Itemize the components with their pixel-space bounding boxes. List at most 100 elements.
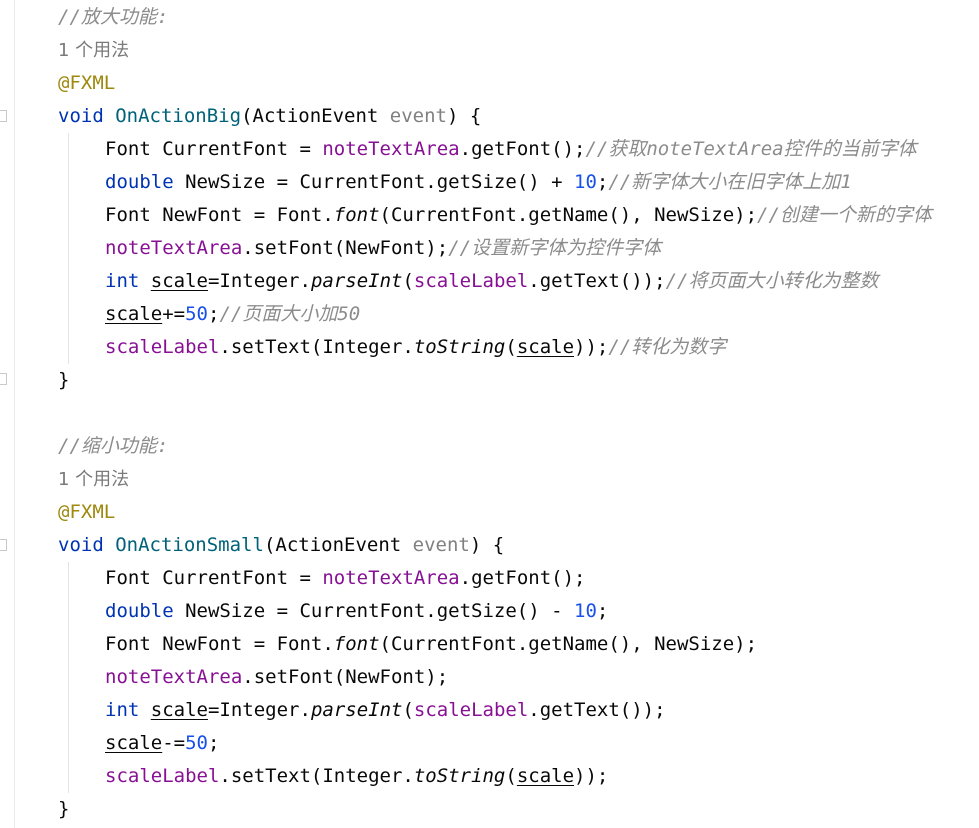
static-method: font (333, 204, 380, 226)
number-literal: 10 (574, 171, 597, 193)
indent-guide (68, 694, 69, 727)
code-comment: //转化为数字 (608, 336, 727, 358)
code-text: .setText(Integer. (219, 765, 414, 787)
code-text: ; (596, 171, 609, 193)
code-line: } (58, 793, 979, 826)
field-ref: scaleLabel (105, 336, 220, 358)
indent-guide (68, 166, 69, 199)
code-text: .setText(Integer. (219, 336, 414, 358)
code-comment: //放大功能: (58, 6, 169, 28)
indent-guide (68, 265, 69, 298)
annotation: @FXML (58, 72, 116, 94)
code-text: )); (574, 765, 609, 787)
code-editor[interactable]: //放大功能: 1 个用法 @FXML void OnActionBig(Act… (58, 0, 979, 826)
code-text: =Integer. (207, 699, 311, 721)
usage-hint[interactable]: 1 个用法 (58, 40, 129, 61)
code-line: Font CurrentFont = noteTextArea.getFont(… (58, 562, 979, 595)
variable-ref: scale (150, 699, 208, 721)
fold-marker-icon[interactable] (0, 110, 7, 122)
keyword: int (105, 270, 140, 292)
code-line: //放大功能: (58, 1, 979, 34)
code-line: int scale=Integer.parseInt(scaleLabel.ge… (58, 265, 979, 298)
code-line: scale+=50;//页面大小加50 (58, 298, 979, 331)
code-text: += (162, 303, 186, 325)
static-method: font (333, 633, 380, 655)
code-text: Font NewFont = Font. (105, 204, 334, 226)
method-signature: void OnActionBig(ActionEvent event) { (58, 100, 979, 133)
indent-guide (68, 727, 69, 760)
field-ref: noteTextArea (322, 567, 460, 589)
code-line: Font NewFont = Font.font(CurrentFont.get… (58, 199, 979, 232)
editor-gutter (0, 0, 15, 828)
code-line: @FXML (58, 67, 979, 100)
closing-brace: } (58, 369, 70, 391)
code-text: ; (207, 732, 220, 754)
indent-guide (68, 199, 69, 232)
code-text: (ActionEvent (263, 534, 413, 556)
number-literal: 10 (574, 600, 597, 622)
keyword: double (105, 600, 174, 622)
code-line: 1 个用法 (58, 34, 979, 67)
code-text: (CurrentFont.getName(), NewSize); (379, 204, 758, 226)
code-text: ; (207, 303, 220, 325)
variable-ref: scale (516, 765, 575, 787)
code-line: 1 个用法 (58, 463, 979, 496)
indent-guide (68, 760, 69, 793)
code-line: scaleLabel.setText(Integer.toString(scal… (58, 331, 979, 364)
indent-guide (68, 232, 69, 265)
code-comment: //页面大小加50 (219, 303, 361, 325)
method-name: OnActionSmall (115, 534, 264, 556)
code-comment: //缩小功能: (58, 435, 169, 457)
code-text: NewSize = CurrentFont.getSize() - (173, 600, 575, 622)
code-text: .getText()); (528, 699, 666, 721)
code-text: ) { (469, 534, 505, 556)
code-line: double NewSize = CurrentFont.getSize() -… (58, 595, 979, 628)
code-text: ( (402, 699, 414, 721)
code-line: noteTextArea.setFont(NewFont);//设置新字体为控件… (58, 232, 979, 265)
variable-ref: scale (105, 303, 163, 325)
fold-marker-icon[interactable] (0, 539, 7, 551)
code-line: Font CurrentFont = noteTextArea.getFont(… (58, 133, 979, 166)
code-line: //缩小功能: (58, 430, 979, 463)
code-text: ( (505, 336, 517, 358)
variable-ref: scale (150, 270, 208, 292)
code-line: } (58, 364, 979, 397)
code-text: ) { (446, 105, 482, 127)
code-text: .setFont(NewFont); (242, 666, 449, 688)
method-name: OnActionBig (115, 105, 242, 127)
field-ref: noteTextArea (105, 237, 243, 259)
code-line: double NewSize = CurrentFont.getSize() +… (58, 166, 979, 199)
keyword: int (105, 699, 140, 721)
code-text: Font NewFont = Font. (105, 633, 334, 655)
field-ref: scaleLabel (105, 765, 220, 787)
indent-guide (68, 331, 69, 364)
code-text: Font CurrentFont = (105, 567, 323, 589)
code-line: scaleLabel.setText(Integer.toString(scal… (58, 760, 979, 793)
usage-hint[interactable]: 1 个用法 (58, 469, 129, 490)
keyword: double (105, 171, 174, 193)
code-comment: //获取noteTextArea控件的当前字体 (585, 138, 917, 160)
static-method: parseInt (310, 270, 403, 292)
code-comment: //将页面大小转化为整数 (665, 270, 879, 292)
code-comment: //创建一个新的字体 (757, 204, 932, 226)
code-comment: //设置新字体为控件字体 (448, 237, 662, 259)
code-text: (ActionEvent (241, 105, 390, 127)
parameter-name: event (389, 105, 447, 127)
method-signature: void OnActionSmall(ActionEvent event) { (58, 529, 979, 562)
fold-marker-icon[interactable] (0, 373, 7, 385)
code-text: (CurrentFont.getName(), NewSize); (379, 633, 758, 655)
code-line: @FXML (58, 496, 979, 529)
indent-guide (68, 133, 69, 166)
field-ref: scaleLabel (413, 270, 529, 292)
code-text: )); (574, 336, 609, 358)
field-ref: noteTextArea (105, 666, 243, 688)
keyword: void (58, 105, 104, 127)
code-text: -= (162, 732, 186, 754)
indent-guide (68, 562, 69, 595)
indent-guide (68, 628, 69, 661)
indent-guide (68, 595, 69, 628)
code-line: int scale=Integer.parseInt(scaleLabel.ge… (58, 694, 979, 727)
static-method: toString (413, 765, 506, 787)
